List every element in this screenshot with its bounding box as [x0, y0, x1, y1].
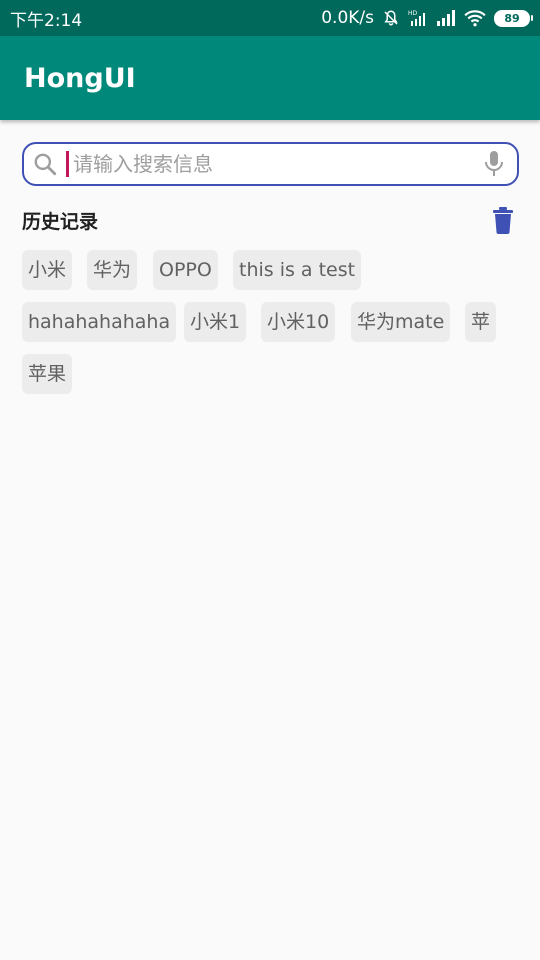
- app-bar: HongUI: [0, 36, 540, 120]
- status-bar: 下午2:14 0.0K/s HD 89: [0, 0, 540, 36]
- hd-signal-icon: HD: [408, 9, 428, 27]
- search-box[interactable]: [22, 142, 519, 186]
- signal-icon: [436, 9, 456, 27]
- app-title: HongUI: [24, 62, 136, 94]
- network-speed: 0.0K/s: [321, 8, 374, 28]
- bell-off-icon: [382, 9, 400, 27]
- search-input[interactable]: [69, 146, 481, 182]
- history-title: 历史记录: [22, 211, 99, 233]
- history-tag[interactable]: 华为mate: [351, 302, 451, 342]
- battery-icon: 89: [494, 9, 533, 27]
- status-icons: 0.0K/s HD 89: [321, 8, 533, 28]
- history-tag[interactable]: 小米1: [184, 302, 247, 342]
- svg-text:HD: HD: [408, 10, 418, 17]
- microphone-icon[interactable]: [481, 149, 507, 179]
- search-icon[interactable]: [32, 150, 60, 178]
- status-time: 下午2:14: [10, 10, 83, 31]
- history-tag[interactable]: 华为: [87, 250, 138, 290]
- wifi-icon: [464, 9, 486, 27]
- history-tag[interactable]: OPPO: [153, 250, 218, 290]
- history-tag[interactable]: 小米10: [261, 302, 336, 342]
- battery-level: 89: [504, 11, 520, 25]
- history-tag[interactable]: hahahahahaha: [22, 302, 177, 342]
- trash-icon[interactable]: [492, 206, 514, 234]
- history-tag[interactable]: 苹果: [22, 354, 73, 394]
- history-tag[interactable]: 小米: [22, 250, 73, 290]
- history-tag[interactable]: this is a test: [233, 250, 362, 290]
- history-tag[interactable]: 苹: [465, 302, 497, 342]
